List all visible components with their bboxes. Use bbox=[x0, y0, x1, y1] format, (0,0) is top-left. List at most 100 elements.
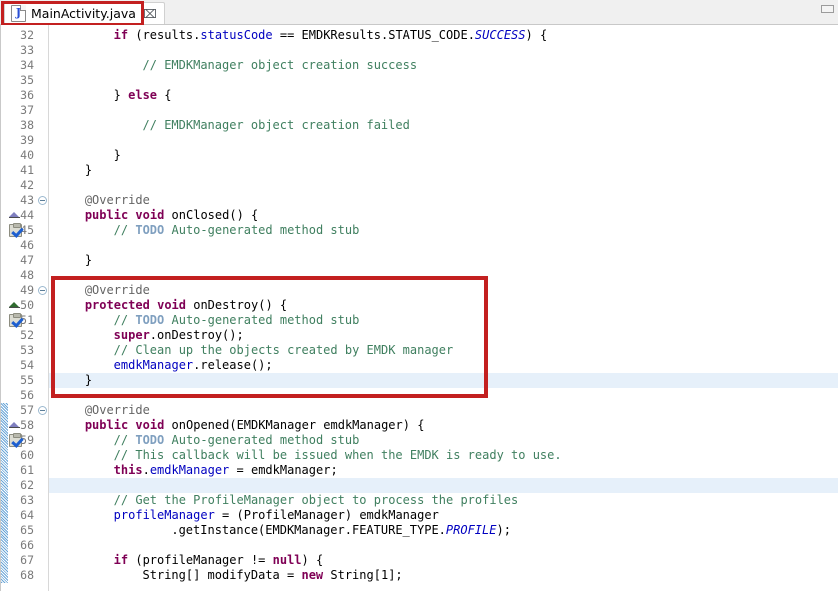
line-number: 34 bbox=[20, 58, 34, 73]
code-token: ]; bbox=[388, 568, 402, 582]
line-number-gutter[interactable]: 3233343536373839404142434445464748495051… bbox=[8, 25, 49, 591]
code-token: // EMDKManager object creation success bbox=[143, 58, 418, 72]
code-token: == EMDKResults.STATUS_CODE. bbox=[273, 28, 475, 42]
code-token: = (ProfileManager) emdkManager bbox=[215, 508, 439, 522]
code-line[interactable]: } else { bbox=[114, 88, 172, 103]
editor-tab-mainactivity[interactable]: MainActivity.java ⌧ bbox=[4, 2, 165, 24]
code-token: } bbox=[85, 163, 92, 177]
line-number: 55 bbox=[20, 373, 34, 388]
code-token: PROFILE bbox=[446, 523, 497, 537]
code-line[interactable]: @Override bbox=[85, 403, 150, 418]
todo-task-icon[interactable] bbox=[9, 314, 22, 327]
line-number: 47 bbox=[20, 253, 34, 268]
todo-task-icon[interactable] bbox=[9, 434, 22, 447]
code-token: } bbox=[85, 253, 92, 267]
code-line[interactable]: } bbox=[85, 253, 92, 268]
code-line[interactable]: this.emdkManager = emdkManager; bbox=[114, 463, 338, 478]
line-number: 66 bbox=[20, 538, 34, 553]
code-line[interactable]: // Get the ProfileManager object to proc… bbox=[114, 493, 519, 508]
line-number: 42 bbox=[20, 178, 34, 193]
code-line[interactable]: public void onOpened(EMDKManager emdkMan… bbox=[85, 418, 425, 433]
code-token: void bbox=[157, 298, 186, 312]
line-number: 67 bbox=[20, 553, 34, 568]
code-token bbox=[150, 298, 157, 312]
todo-task-icon[interactable] bbox=[9, 224, 22, 237]
line-number: 56 bbox=[20, 388, 34, 403]
code-token: profileManager bbox=[114, 508, 215, 522]
code-token: @Override bbox=[85, 403, 150, 417]
code-token: ) { bbox=[302, 553, 324, 567]
code-line[interactable]: } bbox=[85, 163, 92, 178]
code-token: SUCCESS bbox=[475, 28, 526, 42]
line-number: 41 bbox=[20, 163, 34, 178]
code-line[interactable]: // TODO Auto-generated method stub bbox=[114, 223, 360, 238]
code-token: void bbox=[135, 208, 164, 222]
code-token: onOpened(EMDKManager emdkManager) { bbox=[164, 418, 424, 432]
code-token: TODO bbox=[135, 433, 164, 447]
code-token: if bbox=[114, 553, 128, 567]
code-line[interactable]: profileManager = (ProfileManager) emdkMa… bbox=[114, 508, 439, 523]
line-number: 57 bbox=[20, 403, 34, 418]
implement-method-icon bbox=[9, 212, 20, 220]
code-line[interactable]: @Override bbox=[85, 193, 150, 208]
code-line[interactable]: if (profileManager != null) { bbox=[114, 553, 324, 568]
code-token: @Override bbox=[85, 193, 150, 207]
code-token: Auto-generated method stub bbox=[164, 313, 359, 327]
fold-collapse-icon[interactable] bbox=[38, 406, 47, 415]
code-token: onDestroy() { bbox=[186, 298, 287, 312]
implement-method-icon bbox=[9, 422, 20, 430]
code-token: .getInstance(EMDKManager.FEATURE_TYPE. bbox=[171, 523, 446, 537]
code-line[interactable]: emdkManager.release(); bbox=[114, 358, 273, 373]
code-token: // Clean up the objects created by EMDK … bbox=[114, 343, 454, 357]
code-token: emdkManager bbox=[150, 463, 229, 477]
code-editor[interactable]: 3233343536373839404142434445464748495051… bbox=[0, 25, 838, 591]
view-menu-button[interactable] bbox=[821, 5, 834, 13]
code-line[interactable]: .getInstance(EMDKManager.FEATURE_TYPE.PR… bbox=[171, 523, 511, 538]
code-line[interactable]: @Override bbox=[85, 283, 150, 298]
code-line[interactable]: super.onDestroy(); bbox=[114, 328, 244, 343]
code-text-area[interactable]: if (results.statusCode == EMDKResults.ST… bbox=[50, 25, 838, 591]
code-line[interactable]: // EMDKManager object creation failed bbox=[143, 118, 410, 133]
code-token: super bbox=[114, 328, 150, 342]
code-line[interactable]: // Clean up the objects created by EMDK … bbox=[114, 343, 454, 358]
java-file-icon bbox=[11, 5, 26, 22]
line-number: 60 bbox=[20, 448, 34, 463]
code-line[interactable]: if (results.statusCode == EMDKResults.ST… bbox=[114, 28, 548, 43]
code-token: (profileManager != bbox=[128, 553, 273, 567]
code-token: } bbox=[85, 373, 92, 387]
code-line[interactable]: // TODO Auto-generated method stub bbox=[114, 313, 360, 328]
code-line[interactable]: } bbox=[85, 373, 92, 388]
line-number: 49 bbox=[20, 283, 34, 298]
line-number: 52 bbox=[20, 328, 34, 343]
code-token: @Override bbox=[85, 283, 150, 297]
line-number: 58 bbox=[20, 418, 34, 433]
code-line[interactable]: // TODO Auto-generated method stub bbox=[114, 433, 360, 448]
code-line[interactable]: public void onClosed() { bbox=[85, 208, 258, 223]
fold-collapse-icon[interactable] bbox=[38, 286, 47, 295]
line-number: 62 bbox=[20, 478, 34, 493]
code-token: = emdkManager; bbox=[229, 463, 337, 477]
code-token: TODO bbox=[135, 223, 164, 237]
code-token: Auto-generated method stub bbox=[164, 433, 359, 447]
code-token: String[ bbox=[323, 568, 381, 582]
code-token: // This callback will be issued when the… bbox=[114, 448, 562, 462]
line-number: 43 bbox=[20, 193, 34, 208]
fold-collapse-icon[interactable] bbox=[38, 196, 47, 205]
line-number: 44 bbox=[20, 208, 34, 223]
close-icon[interactable]: ⌧ bbox=[143, 8, 157, 20]
code-line[interactable]: } bbox=[114, 148, 121, 163]
line-number: 39 bbox=[20, 133, 34, 148]
code-token: public bbox=[85, 418, 128, 432]
code-line[interactable]: // EMDKManager object creation success bbox=[143, 58, 418, 73]
code-token: null bbox=[273, 553, 302, 567]
code-line[interactable]: // This callback will be issued when the… bbox=[114, 448, 562, 463]
code-token: public bbox=[85, 208, 128, 222]
line-number: 63 bbox=[20, 493, 34, 508]
line-number: 46 bbox=[20, 238, 34, 253]
line-number: 38 bbox=[20, 118, 34, 133]
override-method-icon bbox=[9, 302, 20, 310]
code-line[interactable]: String[] modifyData = new String[1]; bbox=[143, 568, 403, 583]
code-token: statusCode bbox=[200, 28, 272, 42]
line-number: 61 bbox=[20, 463, 34, 478]
code-line[interactable]: protected void onDestroy() { bbox=[85, 298, 287, 313]
